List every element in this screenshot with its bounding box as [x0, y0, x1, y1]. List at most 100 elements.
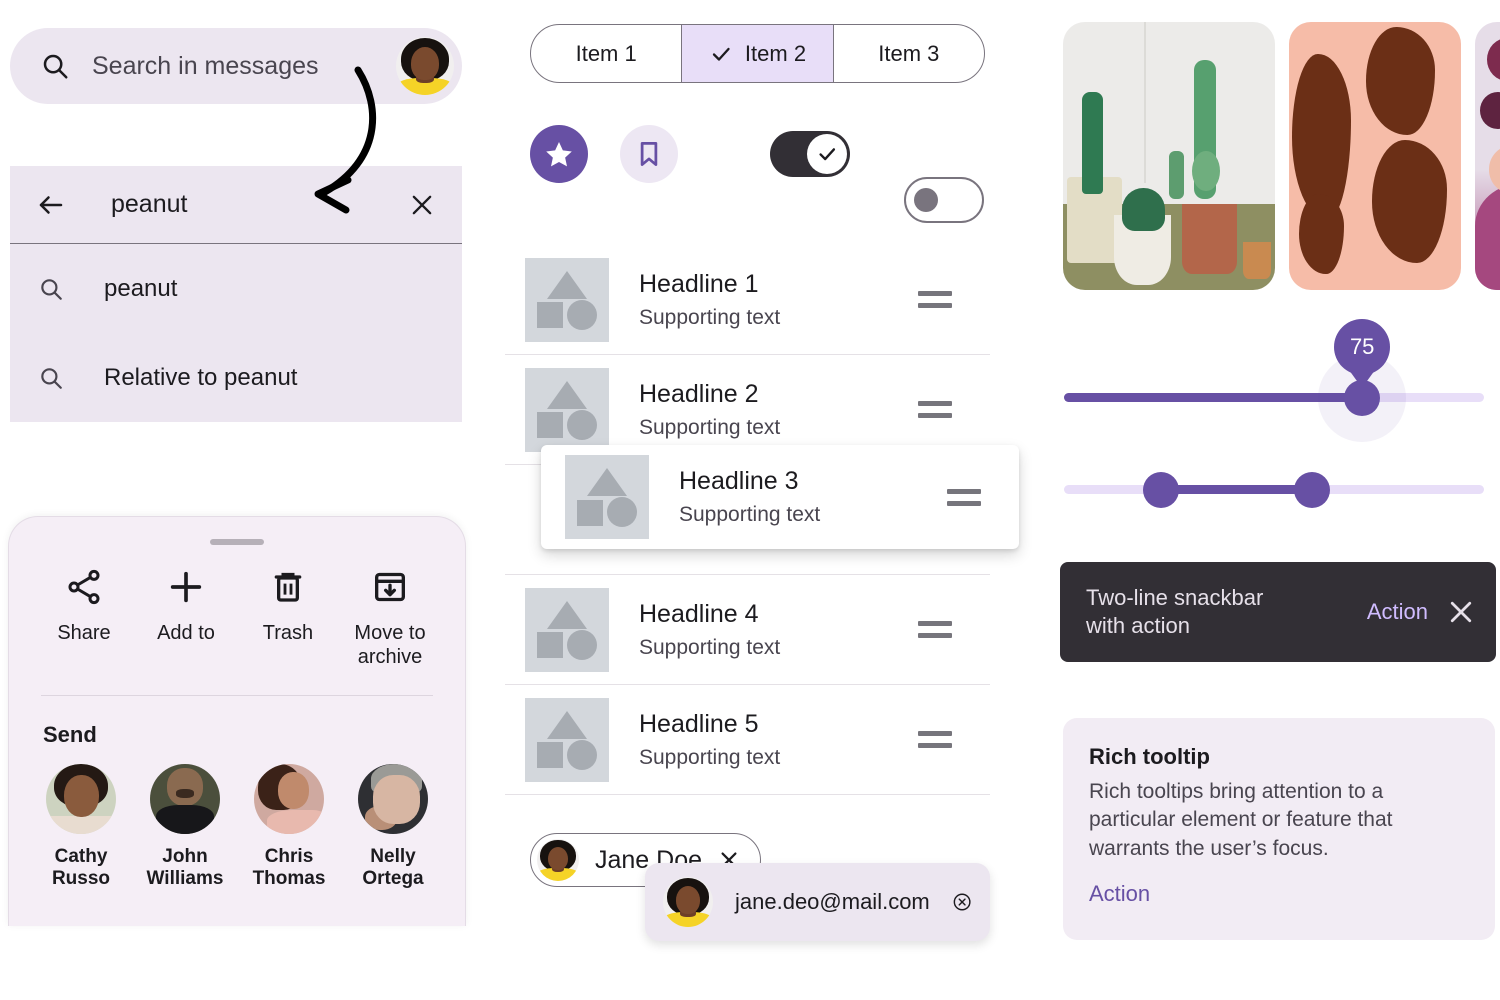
switch-thumb — [807, 134, 847, 174]
search-bar[interactable]: Search in messages — [10, 28, 462, 104]
tooltip-action-button[interactable]: Action — [1089, 881, 1469, 907]
suggestion-row[interactable]: Relative to peanut — [10, 333, 462, 422]
list-item-headline: Headline 5 — [639, 709, 759, 738]
switch-thumb — [914, 188, 938, 212]
check-icon — [712, 47, 730, 61]
send-section-title: Send — [43, 722, 97, 747]
continuous-slider[interactable]: 75 — [1064, 319, 1484, 442]
thumbnail-placeholder — [525, 367, 609, 452]
close-icon[interactable] — [1446, 597, 1476, 627]
dragging-list-item[interactable]: Headline 3 Supporting text — [541, 445, 1019, 549]
close-circle-icon[interactable] — [952, 886, 972, 918]
switch-on[interactable] — [770, 131, 850, 177]
avatar — [537, 839, 579, 881]
drag-handle-icon[interactable] — [918, 621, 952, 638]
email-address: jane.deo@mail.com — [735, 889, 930, 914]
list-item-supporting: Supporting text — [639, 415, 781, 439]
list-item-text: Headline 1 Supporting text — [639, 270, 918, 330]
trash-icon — [274, 572, 302, 602]
tooltip-body: Rich tooltips bring attention to a parti… — [1089, 780, 1393, 860]
sheet-action-label: Move to archive — [354, 622, 426, 668]
control-row — [530, 125, 990, 223]
arrow-left-icon[interactable] — [36, 190, 66, 220]
tooltip-title: Rich tooltip — [1089, 744, 1210, 769]
list-item[interactable]: Headline 5 Supporting text — [505, 685, 990, 795]
snackbar: Two-line snackbar with action Action — [1060, 562, 1496, 662]
list-item-text: Headline 3 Supporting text — [679, 467, 947, 527]
carousel-item-cactus-plants-photo[interactable] — [1063, 22, 1275, 290]
switch-off[interactable] — [904, 177, 984, 223]
carousel-item-pink-abstract-bubbles-photo[interactable] — [1475, 22, 1500, 290]
check-icon — [819, 148, 836, 161]
contact-name: Cathy Russo — [51, 846, 111, 890]
sheet-action-add-to[interactable]: Add to — [135, 567, 237, 669]
contact-name: John Williams — [146, 846, 224, 890]
avatar — [358, 764, 428, 834]
thumbnail-placeholder — [525, 697, 609, 782]
suggestion-row[interactable]: peanut — [10, 244, 462, 333]
search-placeholder: Search in messages — [92, 51, 319, 80]
drag-handle-icon[interactable] — [918, 291, 952, 308]
sheet-action-move-to-archive[interactable]: Move to archive — [339, 567, 441, 669]
search-input[interactable]: peanut — [111, 190, 408, 219]
close-icon[interactable] — [408, 191, 436, 219]
list-item-text: Headline 5 Supporting text — [639, 710, 918, 770]
range-slider[interactable] — [1064, 472, 1484, 508]
divider — [41, 695, 433, 696]
drag-handle-icon[interactable] — [918, 731, 952, 748]
list-item-text: Headline 2 Supporting text — [639, 380, 918, 440]
snackbar-message-line-2: with action — [1086, 613, 1190, 638]
share-icon — [68, 569, 100, 605]
avatar — [46, 764, 116, 834]
thumbnail-placeholder — [565, 455, 649, 539]
plus-icon — [170, 571, 202, 603]
suggestion-label: peanut — [104, 274, 178, 302]
sheet-action-row: Share Add to Trash Move to archive — [9, 545, 465, 669]
suggestion-label: Relative to peanut — [104, 363, 298, 391]
rich-tooltip: Rich tooltip Rich tooltips bring attenti… — [1063, 718, 1495, 940]
list-item-headline: Headline 1 — [639, 269, 759, 298]
search-suggestions-panel: peanut Relative to peanut — [10, 244, 462, 422]
drag-handle-icon[interactable] — [918, 401, 952, 418]
carousel-item-brown-coral-on-peach-photo[interactable] — [1289, 22, 1461, 290]
segment-item-2[interactable]: Item 2 — [681, 25, 833, 82]
segment-item-3[interactable]: Item 3 — [832, 25, 984, 82]
send-contact-row: Cathy Russo John Williams Chris Thomas N… — [9, 748, 465, 891]
list-item[interactable]: Headline 1 Supporting text — [505, 245, 990, 355]
list-item-supporting: Supporting text — [639, 635, 781, 659]
contact-nelly-ortega[interactable]: Nelly Ortega — [341, 764, 445, 891]
slider-value-label: 75 — [1349, 334, 1375, 359]
email-suggestion-card[interactable]: jane.deo@mail.com — [645, 863, 990, 941]
contact-cathy-russo[interactable]: Cathy Russo — [29, 764, 133, 891]
list-item-headline: Headline 3 — [679, 467, 799, 495]
bookmark-icon-button[interactable] — [620, 125, 678, 183]
slider-active-track — [1160, 485, 1312, 494]
contact-chris-thomas[interactable]: Chris Thomas — [237, 764, 341, 891]
favorite-icon-button[interactable] — [530, 125, 588, 183]
segment-label: Item 1 — [575, 40, 637, 66]
contact-john-williams[interactable]: John Williams — [133, 764, 237, 891]
bookmark-icon — [640, 142, 658, 166]
share-bottom-sheet: Share Add to Trash Move to archive Send … — [8, 516, 466, 926]
archive-icon — [375, 572, 405, 602]
thumbnail-placeholder — [525, 257, 609, 342]
drag-handle-icon[interactable] — [947, 488, 981, 506]
list-item-text: Headline 4 Supporting text — [639, 600, 918, 660]
range-slider-thumb-end[interactable] — [1293, 472, 1330, 508]
snackbar-message: Two-line snackbar with action — [1086, 584, 1349, 640]
segment-item-1[interactable]: Item 1 — [531, 25, 681, 82]
list-item[interactable]: Headline 4 Supporting text — [505, 575, 990, 685]
search-icon — [43, 54, 68, 79]
snackbar-message-line-1: Two-line snackbar — [1086, 584, 1264, 610]
snackbar-action-button[interactable]: Action — [1367, 599, 1428, 625]
segment-label: Item 2 — [744, 40, 807, 66]
sheet-action-label: Add to — [157, 622, 215, 644]
thumbnail-placeholder — [525, 587, 609, 672]
range-slider-thumb-start[interactable] — [1142, 472, 1179, 508]
avatar[interactable] — [396, 37, 454, 95]
sheet-action-trash[interactable]: Trash — [237, 567, 339, 669]
list-item-supporting: Supporting text — [639, 745, 781, 769]
sheet-action-share[interactable]: Share — [33, 567, 135, 669]
list-item-supporting: Supporting text — [639, 305, 781, 329]
contact-name: Chris Thomas — [252, 846, 326, 890]
